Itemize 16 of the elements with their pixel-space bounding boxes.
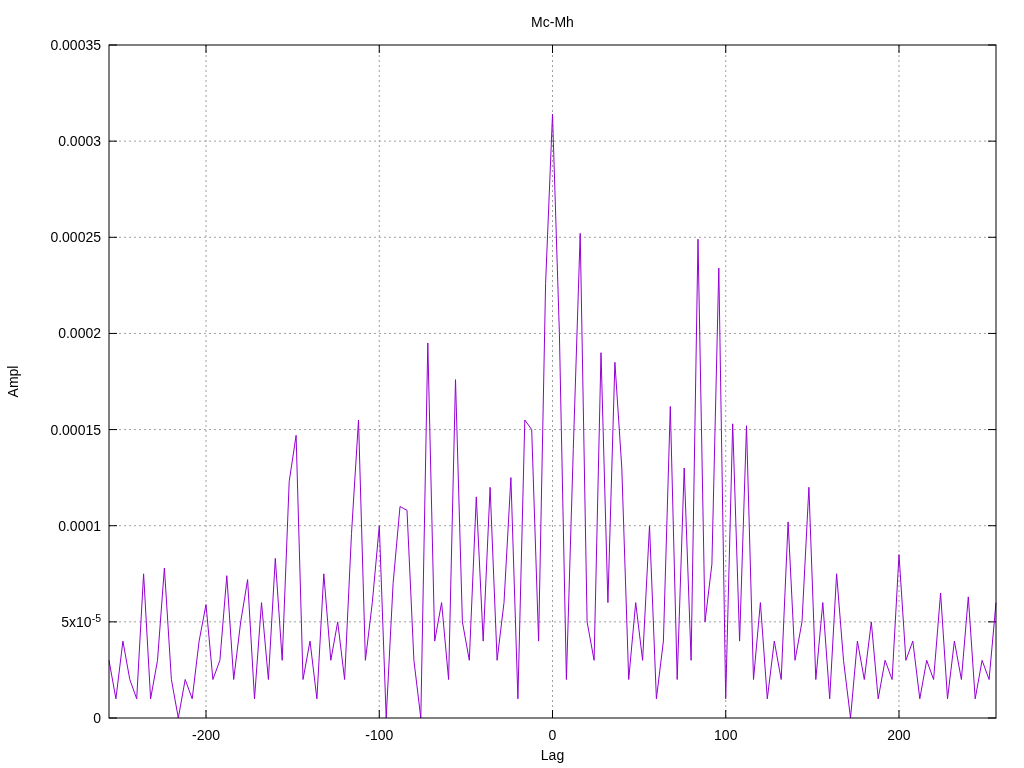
tick-label: 5x10$^{-5}$: [61, 614, 101, 629]
tick-label: 0: [548, 727, 557, 743]
tick-label: 0.00015: [50, 422, 101, 437]
tick-label: 100: [714, 727, 738, 743]
tick-label: -200: [192, 727, 221, 743]
tick-label: 200: [887, 727, 911, 743]
tick-label: 0.00025: [50, 230, 101, 245]
tick-label: 0: [93, 711, 101, 725]
tick-label: 0.0002: [58, 326, 101, 341]
chart-title: Mc-Mh: [531, 14, 574, 30]
axis-label: Ampl: [5, 365, 21, 398]
tick-label: 0.00035: [50, 38, 101, 52]
tick-label: 0.0001: [58, 518, 101, 533]
tick-label: -100: [365, 727, 394, 743]
tick-label: 0.0003: [58, 134, 101, 149]
axis-label: Lag: [540, 747, 565, 763]
